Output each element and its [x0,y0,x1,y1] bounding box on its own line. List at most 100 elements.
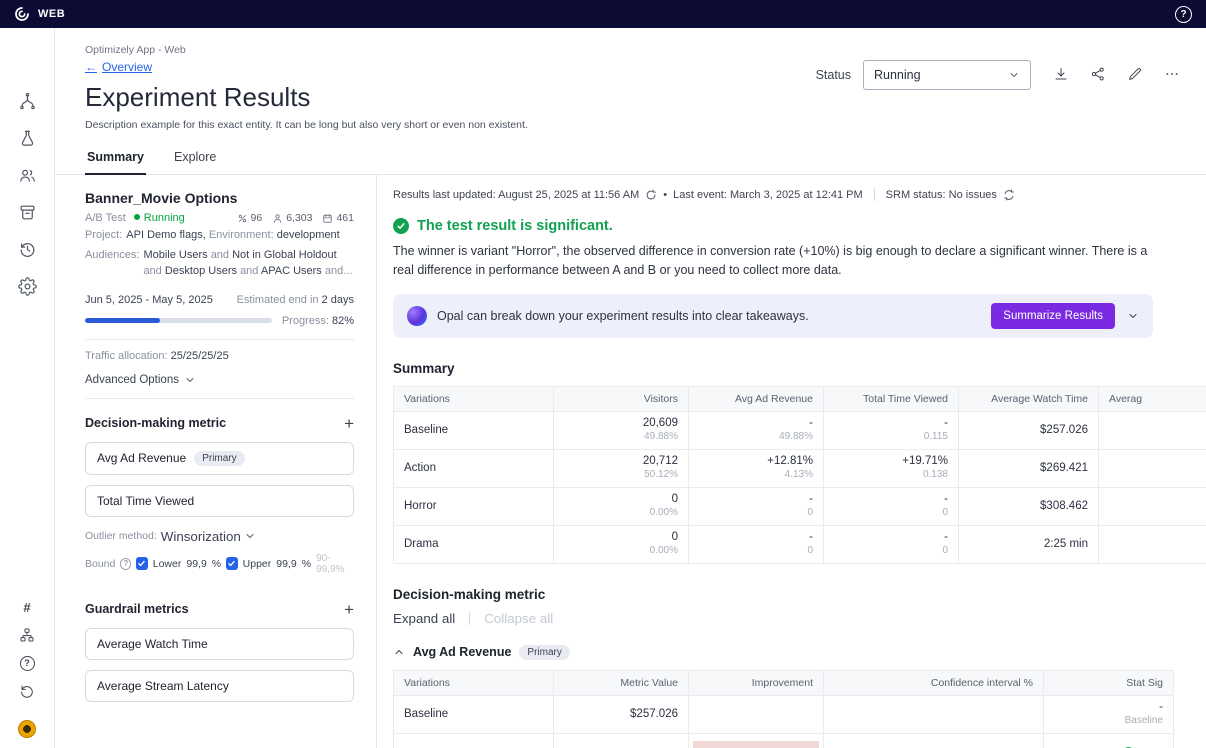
page-header: Optimizely App - Web ← Overview Experime… [55,28,1206,131]
metric-table-header: Variations Metric Value Improvement Conf… [394,670,1174,695]
metric-card-average-stream-latency[interactable]: Average Stream Latency [85,670,354,702]
experiment-panel: Banner_Movie Options A/B TestRunning 96 … [85,175,377,748]
cell-watch-time: $308.462 [959,487,1099,525]
opal-icon [407,306,427,326]
cell-avg-ad-revenue: -0 [689,487,824,525]
hash-icon[interactable]: # [15,596,39,618]
summary-section-heading: Summary [393,361,1206,376]
metric-card-avg-ad-revenue[interactable]: Avg Ad Revenue Primary [85,442,354,475]
share-icon[interactable] [1090,66,1106,85]
flask-icon[interactable] [15,127,39,149]
metric-row-baseline[interactable]: Baseline $257.026 -Baseline [394,695,1174,733]
visitors-stat: 6,303 [272,212,312,224]
edit-icon[interactable] [1127,66,1143,85]
chevron-down-icon [1008,69,1020,81]
optimizely-logo-icon[interactable] [14,6,30,22]
improvement-bar [693,741,819,748]
tab-summary[interactable]: Summary [85,144,146,175]
progress-text: Progress: 82% [282,315,354,327]
dot-separator: • [663,189,667,201]
cell-variation [394,733,554,748]
add-guardrail-metric-button[interactable]: + [344,601,354,618]
decision-metric-heading: Decision-making metric [85,416,226,430]
summary-row-drama[interactable]: Drama 00.00% -0 -0 2:25 min [394,525,1206,563]
bound-info-icon[interactable]: ? [120,558,131,570]
user-avatar[interactable] [18,720,36,738]
tab-explore[interactable]: Explore [172,144,218,174]
metric-card-total-time-viewed[interactable]: Total Time Viewed [85,485,354,517]
sitemap-icon[interactable] [15,624,39,646]
lower-bound-checkbox[interactable] [136,557,148,570]
col-variations: Variations [394,670,554,695]
audiences-line: Audiences: Mobile Users and Not in Globa… [85,248,354,280]
cell-visitors: 00.00% [554,525,689,563]
upper-bound-checkbox[interactable] [226,557,238,570]
cell-clipped [1099,449,1206,487]
more-icon[interactable] [1164,66,1180,85]
refresh-icon[interactable] [645,189,657,201]
primary-badge: Primary [519,645,569,660]
percent-stat: 96 [237,212,263,224]
cell-metric-value: $257.026 [554,695,689,733]
ab-test-icon[interactable] [15,90,39,112]
settings-icon[interactable] [15,275,39,297]
significance-block: The test result is significant. The winn… [393,218,1206,280]
archive-icon[interactable] [15,201,39,223]
summary-table-header: Variations Visitors Avg Ad Revenue Total… [394,386,1206,411]
status-dot [134,214,140,220]
vertical-divider [469,612,470,625]
cell-metric-value [554,733,689,748]
brand-label: WEB [38,8,65,20]
topbar: WEB ? [0,0,1206,28]
status-label: Status [816,68,851,82]
cell-variation: Horror [394,487,554,525]
add-decision-metric-button[interactable]: + [344,415,354,432]
opal-expand-chevron[interactable] [1127,310,1139,322]
vertical-divider [874,188,875,201]
expand-all-button[interactable]: Expand all [393,611,455,626]
date-range: Jun 5, 2025 - May 5, 2025 [85,294,213,306]
outlier-method-row: Outlier method: Winsorization [85,529,354,544]
divider [85,398,354,399]
col-stat-sig: Stat Sig [1044,670,1174,695]
collapse-all-button[interactable]: Collapse all [484,611,553,626]
cell-stat-sig: -Baseline [1044,695,1174,733]
summary-row-action[interactable]: Action 20,71250.12% +12.81%4.13% +19.71%… [394,449,1206,487]
metric-row-partial[interactable]: 98% [394,733,1174,748]
help-icon[interactable]: ? [1175,6,1192,23]
download-icon[interactable] [1053,66,1069,85]
summary-row-baseline[interactable]: Baseline 20,60949.88% -49.88% -0.115 $25… [394,411,1206,449]
metric-card-average-watch-time[interactable]: Average Watch Time [85,628,354,660]
days-stat: 461 [322,212,354,224]
cell-avg-ad-revenue: -0 [689,525,824,563]
main-area: Optimizely App - Web ← Overview Experime… [55,28,1206,748]
metric-group-collapse-chevron[interactable] [393,646,405,658]
app-label: Optimizely App - Web [85,44,528,56]
lower-bound-value[interactable]: 99,9 [186,558,206,570]
bound-row: Bound ? Lower 99,9 % Upper 99,9 % 90-99,… [85,553,354,575]
col-variations: Variations [394,386,554,411]
back-link[interactable]: ← Overview [85,60,152,74]
significance-title: The test result is significant. [417,218,613,234]
audiences-icon[interactable] [15,164,39,186]
srm-refresh-icon[interactable] [1003,189,1015,201]
cell-clipped [1099,525,1206,563]
outlier-method-select[interactable]: Winsorization [161,529,256,544]
cell-variation: Baseline [394,411,554,449]
cell-visitors: 20,60949.88% [554,411,689,449]
cell-confidence [824,733,1044,748]
history-icon[interactable] [15,238,39,260]
summary-row-horror[interactable]: Horror 00.00% -0 -0 $308.462 [394,487,1206,525]
cell-visitors: 00.00% [554,487,689,525]
status-select[interactable]: Running [863,60,1031,90]
upper-bound-value[interactable]: 99,9 [276,558,296,570]
summarize-results-button[interactable]: Summarize Results [991,303,1115,329]
col-improvement: Improvement [689,670,824,695]
back-arrow-icon: ← [85,60,97,74]
help-circle-icon[interactable]: ? [15,652,39,674]
undo-icon[interactable] [15,680,39,702]
cell-confidence [824,695,1044,733]
col-avg-ad-revenue: Avg Ad Revenue [689,386,824,411]
advanced-options-toggle[interactable]: Advanced Options [85,374,196,386]
cell-total-time: -0 [824,525,959,563]
